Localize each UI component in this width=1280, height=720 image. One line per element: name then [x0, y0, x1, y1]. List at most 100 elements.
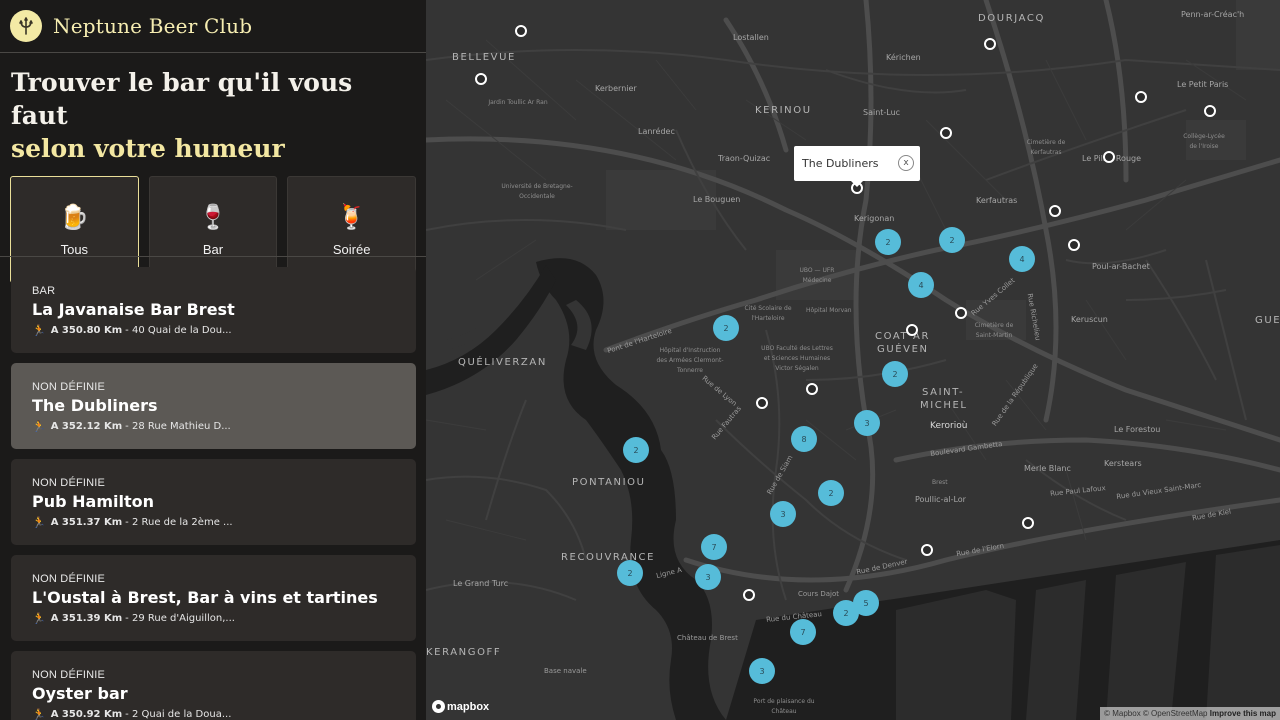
bar-list: BAR La Javanaise Bar Brest 🏃 A 350.80 Km -… [11, 267, 416, 720]
popup-tip [851, 181, 863, 187]
bar-category: NON DÉFINIE [32, 477, 106, 489]
bar-cluster[interactable]: 7 [701, 534, 727, 560]
page-title: Trouver le bar qu'il vous faut selon vot… [0, 53, 426, 165]
tropical-drink-icon: 🍹 [336, 203, 367, 231]
attribution-text[interactable]: © Mapbox © OpenStreetMap [1104, 709, 1207, 718]
mapbox-logo[interactable]: mapbox [432, 700, 489, 713]
walking-icon: 🏃 [32, 612, 46, 625]
map-place-label: Kérichen [886, 53, 921, 62]
close-icon[interactable]: x [898, 155, 914, 171]
wine-glass-icon: 🍷 [198, 203, 228, 231]
bar-category: BAR [32, 285, 56, 297]
brand-name[interactable]: Neptune Beer Club [53, 14, 252, 38]
divider [0, 256, 426, 257]
map-district-label: COAT AR [875, 331, 931, 342]
filter-label: Bar [202, 242, 224, 257]
map-place-label: Lanrédec [638, 127, 675, 136]
bar-category: NON DÉFINIE [32, 669, 106, 681]
map-place-label: Cimetière de Saint-Martin [974, 322, 1014, 339]
map-place-label: Base navale [544, 667, 587, 675]
map-district-label: DOURJACQ [978, 13, 1045, 24]
bar-cluster[interactable]: 2 [939, 227, 965, 253]
list-item[interactable]: NON DÉFINIE L'Oustal à Brest, Bar à vins… [11, 555, 416, 641]
map-place-label: Saint-Luc [863, 108, 901, 117]
improve-map-link[interactable]: Improve this map [1210, 709, 1276, 718]
bar-meta: 🏃 A 350.80 Km - 40 Quai de la Dou... [32, 324, 395, 337]
list-item[interactable]: BAR La Javanaise Bar Brest 🏃 A 350.80 Km -… [11, 267, 416, 353]
bar-name: The Dubliners [32, 396, 158, 415]
bar-cluster[interactable]: 3 [749, 658, 775, 684]
bar-category: NON DÉFINIE [32, 381, 106, 393]
map-place-label: Poul-ar-Bachet [1092, 262, 1150, 271]
bar-cluster[interactable]: 2 [833, 600, 859, 626]
bar-name: L'Oustal à Brest, Bar à vins et tartines [32, 588, 378, 607]
bar-marker[interactable] [906, 324, 918, 336]
map-place-label: Hôpital Morvan [806, 307, 852, 314]
walking-icon: 🏃 [32, 324, 46, 337]
bar-marker[interactable] [1049, 205, 1061, 217]
popup-title: The Dubliners [802, 157, 879, 170]
bar-marker[interactable] [1135, 91, 1147, 103]
bar-cluster[interactable]: 2 [882, 361, 908, 387]
sidebar: Neptune Beer Club Trouver le bar qu'il v… [0, 0, 426, 720]
bar-marker[interactable] [475, 73, 487, 85]
bar-cluster[interactable]: 4 [1009, 246, 1035, 272]
map-place-label: Jardin Toullic Ar Ran [488, 99, 548, 106]
bar-address: - 2 Rue de la 2ème ... [125, 517, 233, 528]
bar-address: - 40 Quai de la Dou... [125, 325, 232, 336]
bar-cluster[interactable]: 3 [854, 410, 880, 436]
map-place-label: Université de Bretagne-Occidentale [501, 183, 573, 200]
trident-icon[interactable] [10, 10, 42, 42]
bar-cluster[interactable]: 8 [791, 426, 817, 452]
bar-marker[interactable] [921, 544, 933, 556]
bar-cluster[interactable]: 3 [770, 501, 796, 527]
bar-marker[interactable] [940, 127, 952, 139]
bar-cluster[interactable]: 2 [875, 229, 901, 255]
map-place-label: Kerbernier [595, 84, 637, 93]
bar-marker[interactable] [756, 397, 768, 409]
list-item[interactable]: NON DÉFINIE Pub Hamilton 🏃 A 351.37 Km - 2… [11, 459, 416, 545]
map-place-label: Kerorioù [930, 421, 968, 431]
map-district-label: QUÉLIVERZAN [458, 357, 547, 368]
mood-filters: 🍺 Tous 🍷 Bar 🍹 Soirée [0, 165, 426, 283]
map-canvas[interactable]: BELLEVUE KERINOU DOURJACQ QUÉLIVERZAN CO… [426, 0, 1280, 720]
bar-marker[interactable] [1204, 105, 1216, 117]
bar-distance: A 351.37 Km [50, 517, 123, 528]
bar-cluster[interactable]: 3 [695, 564, 721, 590]
bar-name: La Javanaise Bar Brest [32, 300, 235, 319]
map-place-label: Kerigonan [854, 214, 895, 223]
bar-marker[interactable] [806, 383, 818, 395]
list-item[interactable]: NON DÉFINIE Oyster bar 🏃 A 350.92 Km - 2 Q… [11, 651, 416, 720]
beer-mug-icon: 🍺 [59, 203, 90, 231]
filter-label: Soirée [332, 242, 371, 257]
map-place-label: Le Bouguen [693, 195, 741, 204]
bar-cluster[interactable]: 4 [908, 272, 934, 298]
bar-marker[interactable] [1103, 151, 1115, 163]
filter-label: Tous [60, 242, 89, 257]
map-place-label: Hôpital d'Instruction des Armées Clermon… [656, 347, 724, 374]
map-district-label: SAINT- [922, 387, 965, 398]
bar-cluster[interactable]: 2 [623, 437, 649, 463]
map-district-label: PONTANIOU [572, 477, 646, 488]
bar-marker[interactable] [1022, 517, 1034, 529]
bar-marker[interactable] [515, 25, 527, 37]
map-place-label: Le Petit Paris [1177, 80, 1229, 89]
bar-marker[interactable] [955, 307, 967, 319]
bar-marker[interactable] [984, 38, 996, 50]
bar-distance: A 351.39 Km [50, 613, 123, 624]
walking-icon: 🏃 [32, 420, 46, 433]
title-line-2: selon votre humeur [11, 134, 285, 163]
bar-distance: A 352.12 Km [50, 421, 123, 432]
map-popup: The Dubliners x [794, 146, 920, 181]
bar-marker[interactable] [1068, 239, 1080, 251]
map-place-label: Merle Blanc [1024, 464, 1071, 473]
map-place-label: Traon-Quizac [718, 154, 771, 163]
bar-marker[interactable] [743, 589, 755, 601]
bar-cluster[interactable]: 2 [713, 315, 739, 341]
map-place-label: Le Grand Turc [453, 579, 509, 588]
bar-cluster[interactable]: 2 [617, 560, 643, 586]
list-item[interactable]: NON DÉFINIE The Dubliners 🏃 A 352.12 Km - … [11, 363, 416, 449]
bar-cluster[interactable]: 7 [790, 619, 816, 645]
map-place-label: Poullic-al-Lor [915, 495, 966, 504]
bar-cluster[interactable]: 2 [818, 480, 844, 506]
